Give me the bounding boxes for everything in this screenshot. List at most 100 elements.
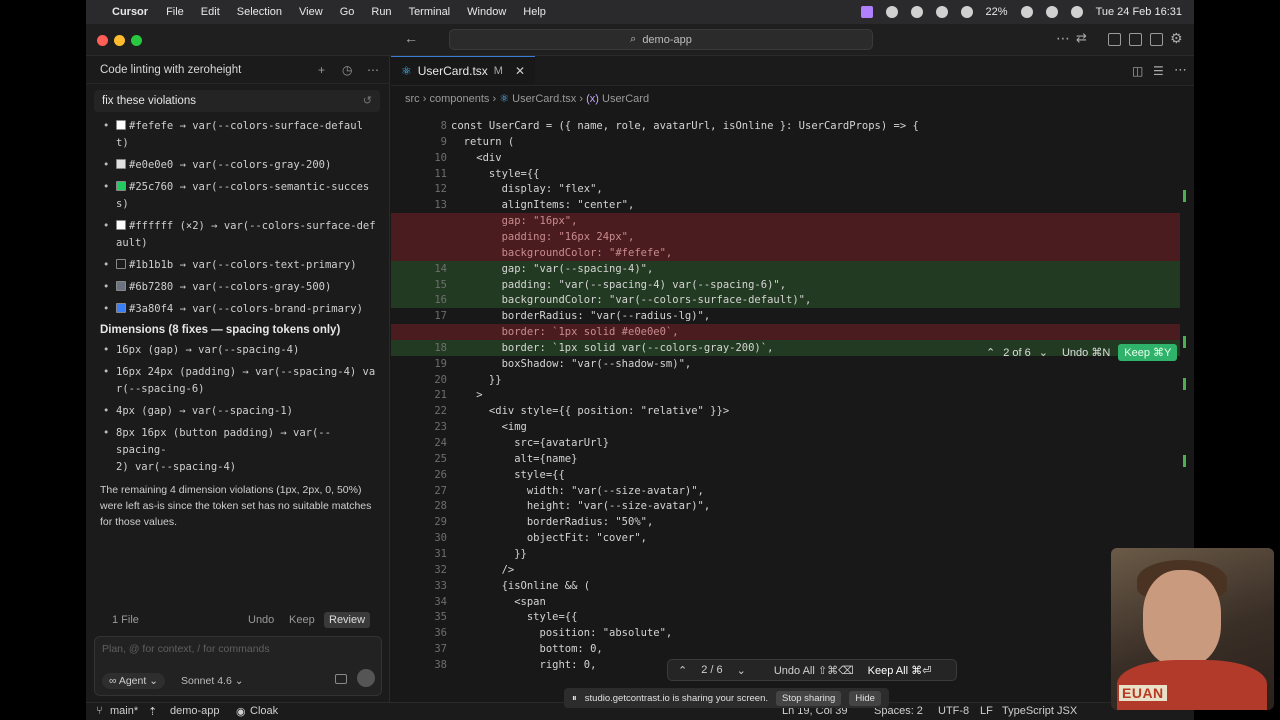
undo-all-button[interactable]: Undo All ⇧⌘⌫ — [774, 664, 854, 677]
close-icon[interactable]: ✕ — [515, 64, 525, 78]
code-line[interactable]: 29 borderRadius: "50%", — [391, 514, 1180, 530]
chevron-up-icon[interactable]: ⌃ — [678, 664, 687, 677]
code-line[interactable]: 11 style={{ — [391, 166, 1180, 182]
code-line[interactable]: 37 bottom: 0, — [391, 641, 1180, 657]
breadcrumb-src[interactable]: src — [405, 93, 420, 105]
code-line[interactable]: 32 /> — [391, 562, 1180, 578]
chevron-up-icon[interactable]: ⌃ — [986, 346, 995, 359]
chat-title[interactable]: Code linting with zeroheight — [100, 64, 241, 76]
encoding[interactable]: UTF-8 — [938, 705, 969, 717]
code-line[interactable]: 28 height: "var(--size-avatar)", — [391, 498, 1180, 514]
deleted-code-line[interactable]: gap: "16px", — [391, 213, 1180, 230]
code-line[interactable]: 30 objectFit: "cover", — [391, 530, 1180, 546]
keep-button[interactable]: Keep — [289, 614, 315, 626]
code-line[interactable]: 17 borderRadius: "var(--radius-lg)", — [391, 308, 1180, 324]
split-editor-icon[interactable]: ◫ — [1132, 64, 1143, 78]
menu-terminal[interactable]: Terminal — [409, 6, 451, 18]
breadcrumb-symbol[interactable]: UserCard — [602, 93, 649, 105]
code-line[interactable]: 31 }} — [391, 546, 1180, 562]
wifi-icon[interactable] — [1020, 6, 1033, 18]
plus-icon[interactable]: + — [318, 63, 325, 77]
gear-icon[interactable]: ⚙ — [1170, 30, 1183, 47]
menu-file[interactable]: File — [166, 6, 184, 18]
code-line[interactable]: 13 alignItems: "center", — [391, 197, 1180, 213]
maximize-window-button[interactable] — [131, 35, 142, 46]
chevron-down-icon[interactable]: ⌄ — [737, 664, 746, 677]
code-line[interactable]: 35 style={{ — [391, 609, 1180, 625]
image-icon[interactable] — [335, 674, 347, 684]
user-message[interactable]: fix these violations ↺ — [94, 90, 380, 112]
agent-mode-select[interactable]: ∞ Agent ⌄ — [102, 673, 165, 689]
menu-edit[interactable]: Edit — [201, 6, 220, 18]
keep-all-button[interactable]: Keep All ⌘⏎ — [868, 664, 932, 677]
deleted-code-line[interactable]: padding: "16px 24px", — [391, 228, 1180, 245]
added-code-line[interactable]: 14 gap: "var(--spacing-4)", — [391, 260, 1180, 277]
moon-icon[interactable] — [935, 6, 948, 18]
end-of-line[interactable]: LF — [980, 705, 993, 717]
publish-icon[interactable]: ⇡ — [148, 705, 157, 718]
command-center-search[interactable]: ⌕ demo-app — [449, 29, 873, 50]
toggle-panel-icon[interactable] — [1129, 33, 1142, 46]
toggle-secondary-sidebar-icon[interactable] — [1150, 33, 1163, 46]
chevron-down-icon[interactable]: ⌄ — [1039, 346, 1048, 359]
breadcrumb-components[interactable]: components — [429, 93, 489, 105]
menu-go[interactable]: Go — [340, 6, 355, 18]
layout-icon[interactable]: ☰ — [1153, 64, 1164, 78]
microphone-icon[interactable] — [357, 669, 375, 687]
breadcrumb-file[interactable]: UserCard.tsx — [512, 93, 576, 105]
composer-input[interactable]: Plan, @ for context, / for commands — [102, 643, 270, 655]
added-code-line[interactable]: 15 padding: "var(--spacing-4) var(--spac… — [391, 276, 1180, 293]
code-line[interactable]: 27 width: "var(--size-avatar)", — [391, 483, 1180, 499]
stop-sharing-button[interactable]: Stop sharing — [776, 690, 842, 706]
deleted-code-line[interactable]: border: `1px solid #e0e0e0`, — [391, 324, 1180, 341]
sync-icon[interactable]: ⇄ — [1076, 30, 1087, 46]
code-line[interactable]: 23 <img — [391, 419, 1180, 435]
spotlight-icon[interactable] — [1070, 6, 1083, 18]
menu-view[interactable]: View — [299, 6, 323, 18]
restore-icon[interactable]: ↺ — [363, 94, 372, 107]
model-select[interactable]: Sonnet 4.6 ⌄ — [181, 675, 244, 687]
history-icon[interactable]: ◷ — [342, 63, 352, 77]
files-changed[interactable]: 1 File — [112, 614, 139, 626]
play-icon[interactable] — [910, 6, 923, 18]
tab-usercard[interactable]: ⚛ UserCard.tsx M ✕ — [391, 56, 536, 85]
code-line[interactable]: 36 position: "absolute", — [391, 625, 1180, 641]
code-line[interactable]: 8 const UserCard = ({ name, role, avatarU… — [391, 118, 1180, 134]
more-icon[interactable]: ⋯ — [1174, 62, 1187, 78]
code-line[interactable]: 25 alt={name} — [391, 451, 1180, 467]
clock[interactable]: Tue 24 Feb 16:31 — [1096, 6, 1182, 18]
hunk-keep-button[interactable]: Keep ⌘Y — [1118, 344, 1178, 361]
code-line[interactable]: 34 <span — [391, 594, 1180, 610]
code-line[interactable]: 9 return ( — [391, 134, 1180, 150]
audio-icon[interactable] — [885, 6, 898, 18]
code-line[interactable]: 21 > — [391, 387, 1180, 403]
more-icon[interactable]: ⋯ — [367, 63, 379, 77]
toggle-sidebar-icon[interactable] — [1108, 33, 1121, 46]
hide-button[interactable]: Hide — [849, 690, 881, 706]
code-line[interactable]: 33 {isOnline && ( — [391, 578, 1180, 594]
undo-button[interactable]: Undo — [248, 614, 274, 626]
code-line[interactable]: 26 style={{ — [391, 467, 1180, 483]
menu-run[interactable]: Run — [371, 6, 391, 18]
hunk-undo-button[interactable]: Undo ⌘N — [1062, 346, 1110, 359]
code-line[interactable]: 20 }} — [391, 372, 1180, 388]
project-name[interactable]: demo-app — [170, 705, 220, 717]
back-arrow-icon[interactable]: ← — [404, 30, 418, 46]
added-code-line[interactable]: 16 backgroundColor: "var(--colors-surfac… — [391, 292, 1180, 309]
review-button[interactable]: Review — [324, 612, 371, 628]
screen-record-icon[interactable] — [860, 6, 873, 18]
menu-help[interactable]: Help — [523, 6, 546, 18]
app-name[interactable]: Cursor — [112, 6, 148, 18]
menu-window[interactable]: Window — [467, 6, 506, 18]
code-line[interactable]: 12 display: "flex", — [391, 181, 1180, 197]
more-icon[interactable]: ⋯ — [1056, 30, 1070, 47]
menu-selection[interactable]: Selection — [237, 6, 282, 18]
code-line[interactable]: 24 src={avatarUrl} — [391, 435, 1180, 451]
close-window-button[interactable] — [97, 35, 108, 46]
cloak-status[interactable]: Cloak — [250, 705, 278, 717]
control-center-icon[interactable] — [1045, 6, 1058, 18]
battery-icon[interactable] — [960, 6, 973, 18]
minimize-window-button[interactable] — [114, 35, 125, 46]
deleted-code-line[interactable]: backgroundColor: "#fefefe", — [391, 244, 1180, 261]
code-line[interactable]: 22 <div style={{ position: "relative" }}… — [391, 403, 1180, 419]
